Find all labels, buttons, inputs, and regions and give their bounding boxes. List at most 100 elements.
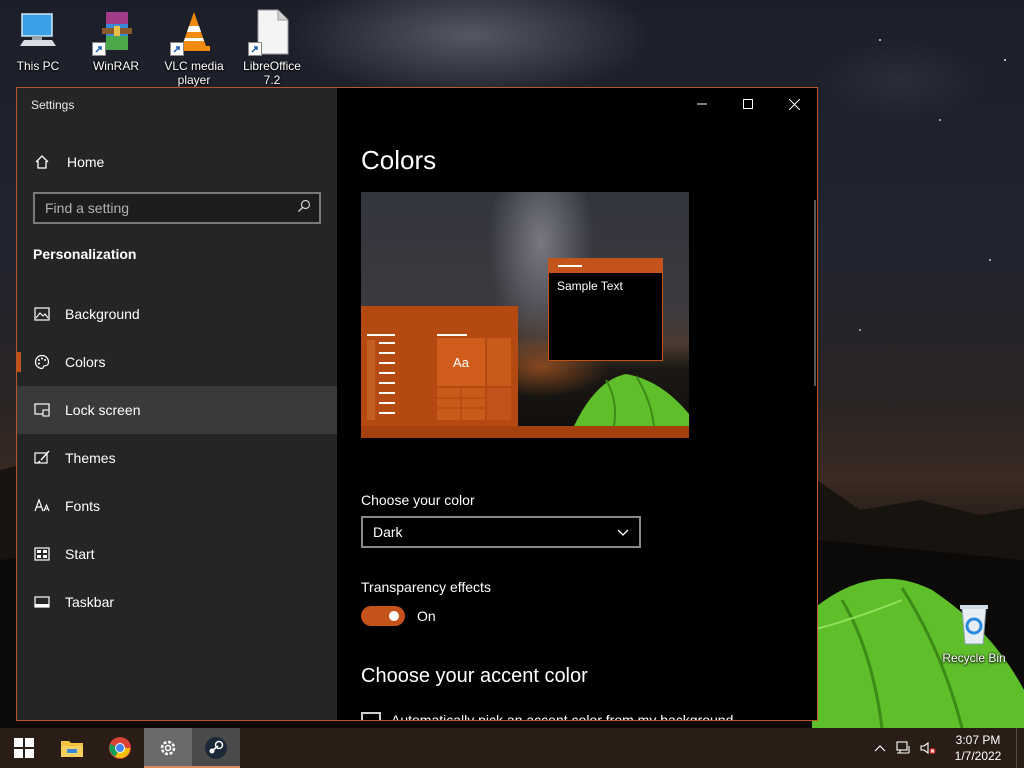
transparency-toggle[interactable] bbox=[361, 606, 405, 626]
taskbar-icon bbox=[33, 593, 51, 611]
desktop-icon-winrar[interactable]: WinRAR bbox=[78, 8, 154, 73]
settings-button[interactable] bbox=[144, 728, 192, 768]
libreoffice-icon bbox=[248, 8, 296, 56]
picture-icon bbox=[33, 305, 51, 323]
accent-color-heading: Choose your accent color bbox=[361, 665, 588, 687]
preview-window: Sample Text bbox=[548, 258, 663, 361]
font-icon bbox=[33, 497, 51, 515]
palette-icon bbox=[33, 353, 51, 371]
steam-icon bbox=[205, 737, 227, 759]
clock[interactable]: 3:07 PM 1/7/2022 bbox=[940, 732, 1016, 764]
home-icon bbox=[33, 153, 51, 171]
file-explorer-button[interactable] bbox=[48, 728, 96, 768]
system-tray: 3:07 PM 1/7/2022 bbox=[868, 728, 1024, 768]
sidebar-item-colors[interactable]: Colors bbox=[17, 338, 337, 386]
lock-screen-icon bbox=[33, 401, 51, 419]
desktop-icon-vlc[interactable]: VLC media player bbox=[156, 8, 232, 87]
sidebar-item-label: Taskbar bbox=[65, 594, 115, 610]
auto-accent-label: Automatically pick an accent color from … bbox=[391, 712, 734, 720]
chevron-down-icon bbox=[617, 524, 629, 540]
sidebar-item-taskbar[interactable]: Taskbar bbox=[17, 578, 337, 626]
nav-list: Background Colors Lock screen Themes Fon… bbox=[17, 290, 337, 626]
choose-color-dropdown[interactable]: Dark bbox=[361, 516, 641, 548]
page-title: Colors bbox=[361, 145, 437, 175]
desktop-icon-label: Recycle Bin bbox=[942, 651, 1006, 665]
toggle-knob bbox=[389, 611, 399, 621]
sidebar-item-lock-screen[interactable]: Lock screen bbox=[17, 386, 337, 434]
search-input[interactable] bbox=[45, 200, 297, 216]
start-button[interactable] bbox=[0, 728, 48, 768]
sidebar-item-start[interactable]: Start bbox=[17, 530, 337, 578]
network-icon bbox=[896, 741, 910, 754]
steam-button[interactable] bbox=[192, 728, 240, 768]
settings-content: Colors Aa Sample Text Choose your color … bbox=[337, 88, 817, 720]
start-icon bbox=[33, 545, 51, 563]
sidebar-item-fonts[interactable]: Fonts bbox=[17, 482, 337, 530]
chevron-up-icon bbox=[874, 745, 886, 752]
sidebar-item-themes[interactable]: Themes bbox=[17, 434, 337, 482]
show-desktop-button[interactable] bbox=[1016, 728, 1024, 768]
sidebar-item-label: Start bbox=[65, 546, 95, 562]
this-pc-icon bbox=[14, 8, 62, 56]
preview-tent-image bbox=[574, 374, 689, 426]
window-title: Settings bbox=[31, 98, 75, 112]
preview-sample-text: Sample Text bbox=[557, 279, 623, 293]
settings-window: Settings Home Personalization Background bbox=[16, 87, 818, 721]
maximize-icon bbox=[743, 99, 753, 109]
desktop-icon-label: VLC media player bbox=[164, 59, 224, 87]
shortcut-arrow-icon bbox=[92, 42, 106, 56]
show-hidden-icons-button[interactable] bbox=[868, 728, 892, 768]
scrollbar[interactable] bbox=[814, 200, 816, 386]
minimize-icon bbox=[697, 103, 707, 105]
volume-button[interactable] bbox=[916, 728, 940, 768]
close-icon bbox=[788, 98, 800, 110]
minimize-button[interactable] bbox=[679, 88, 725, 120]
sidebar-item-label: Themes bbox=[65, 450, 116, 466]
desktop-icon-label: WinRAR bbox=[92, 59, 139, 73]
winrar-icon bbox=[92, 8, 140, 56]
auto-accent-checkbox[interactable] bbox=[361, 712, 381, 720]
file-explorer-icon bbox=[61, 741, 83, 757]
dropdown-value: Dark bbox=[373, 524, 403, 540]
sidebar-item-label: Background bbox=[65, 306, 140, 322]
nav-home-label: Home bbox=[67, 154, 105, 170]
sidebar-item-label: Fonts bbox=[65, 498, 101, 514]
search-box bbox=[33, 192, 321, 224]
search-icon[interactable] bbox=[297, 199, 311, 218]
theme-preview: Aa Sample Text bbox=[361, 192, 689, 438]
desktop-icon-recycle-bin[interactable]: Recycle Bin bbox=[936, 600, 1012, 665]
clock-date: 1/7/2022 bbox=[954, 749, 1002, 763]
chrome-button[interactable] bbox=[96, 728, 144, 768]
transparency-state: On bbox=[417, 608, 436, 624]
recycle-bin-icon bbox=[950, 600, 998, 648]
preview-window-titlebar bbox=[549, 259, 662, 273]
vlc-icon bbox=[170, 8, 218, 56]
maximize-button[interactable] bbox=[725, 88, 771, 120]
brush-icon bbox=[33, 449, 51, 467]
shortcut-arrow-icon bbox=[248, 42, 262, 56]
clock-time: 3:07 PM bbox=[955, 733, 1001, 747]
section-title: Personalization bbox=[33, 246, 137, 262]
volume-muted-icon bbox=[920, 741, 936, 755]
desktop-icon-this-pc[interactable]: This PC bbox=[0, 8, 76, 73]
content-scroll-area: Colors Aa Sample Text Choose your color … bbox=[337, 88, 817, 720]
transparency-label: Transparency effects bbox=[361, 579, 491, 595]
desktop-icon-label: This PC bbox=[16, 59, 60, 73]
settings-icon bbox=[160, 740, 176, 756]
desktop-icon-libreoffice[interactable]: LibreOffice 7.2 bbox=[234, 8, 310, 87]
shortcut-arrow-icon bbox=[170, 42, 184, 56]
sidebar-item-label: Colors bbox=[65, 354, 106, 370]
network-button[interactable] bbox=[892, 728, 916, 768]
sidebar-item-background[interactable]: Background bbox=[17, 290, 337, 338]
preview-tile: Aa bbox=[437, 338, 485, 386]
choose-color-label: Choose your color bbox=[361, 492, 475, 508]
nav-home[interactable]: Home bbox=[17, 144, 337, 180]
preview-taskbar bbox=[361, 426, 689, 438]
chrome-icon bbox=[109, 737, 131, 759]
settings-sidebar: Settings Home Personalization Background bbox=[17, 88, 337, 720]
windows-logo-icon bbox=[14, 738, 34, 758]
close-button[interactable] bbox=[771, 88, 817, 120]
desktop-icon-label: LibreOffice 7.2 bbox=[243, 59, 301, 87]
sidebar-item-label: Lock screen bbox=[65, 402, 141, 418]
taskbar: 3:07 PM 1/7/2022 bbox=[0, 728, 1024, 768]
